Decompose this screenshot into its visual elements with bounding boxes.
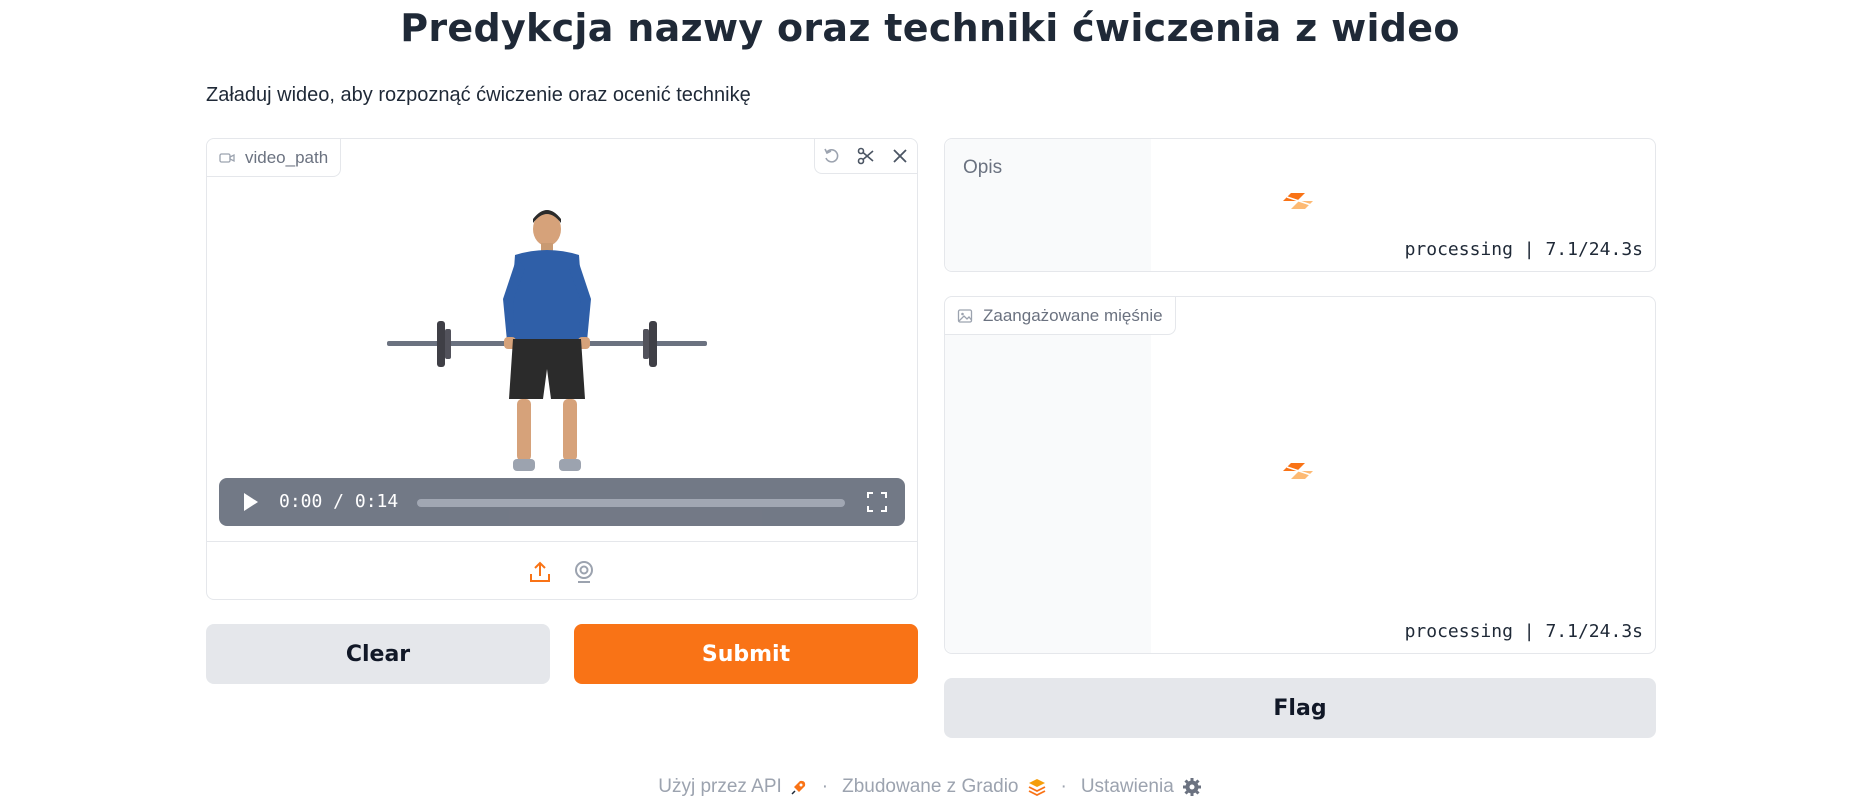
page-description: Załaduj wideo, aby rozpoznąć ćwiczenie o… xyxy=(206,84,751,106)
rocket-icon xyxy=(791,780,805,795)
webcam-icon[interactable] xyxy=(572,560,596,584)
undo-button[interactable] xyxy=(815,139,849,173)
trim-button[interactable] xyxy=(849,139,883,173)
footer-gradio-text: Zbudowane z Gradio xyxy=(842,776,1019,797)
video-input-label-text: video_path xyxy=(245,147,329,167)
submit-button[interactable]: Submit xyxy=(574,624,918,684)
person-shorts xyxy=(509,339,585,399)
loading-spinner-icon xyxy=(1283,463,1313,479)
page-title: Predykcja nazwy oraz techniki ćwiczenia … xyxy=(400,6,1460,50)
gradio-logo-icon xyxy=(1028,779,1045,796)
video-time: 0:00 / 0:14 xyxy=(279,491,399,512)
video-camera-icon xyxy=(219,152,235,163)
footer-gradio-link[interactable]: Zbudowane z Gradio xyxy=(842,776,1046,798)
scissors-icon xyxy=(857,147,874,165)
upload-icon[interactable] xyxy=(528,560,552,584)
description-label: Opis xyxy=(963,157,1003,178)
video-toolbar xyxy=(814,139,917,174)
muscles-progress: processing | 7.1/24.3s xyxy=(1404,621,1643,642)
loading-spinner-icon xyxy=(1283,193,1313,209)
footer-separator: · xyxy=(1060,776,1067,797)
muscles-label: Zaangażowane mięśnie xyxy=(945,297,1176,335)
footer: Użyj przez API · Zbudowane z Gradio · Us… xyxy=(0,776,1860,798)
video-seek-bar[interactable] xyxy=(417,499,845,507)
play-icon[interactable] xyxy=(239,491,261,513)
footer-separator: · xyxy=(821,776,829,797)
image-icon xyxy=(957,308,973,323)
description-progress: processing | 7.1/24.3s xyxy=(1404,239,1643,260)
close-icon xyxy=(893,149,907,163)
footer-api-link[interactable]: Użyj przez API xyxy=(658,776,808,798)
fullscreen-icon[interactable] xyxy=(866,491,888,513)
video-frame[interactable] xyxy=(367,199,727,489)
muscles-output-background xyxy=(945,297,1151,653)
muscles-label-text: Zaangażowane mięśnie xyxy=(983,305,1163,325)
undo-icon xyxy=(824,148,839,163)
clear-video-button[interactable] xyxy=(883,139,917,173)
video-controls: 0:00 / 0:14 xyxy=(219,478,905,526)
muscles-output: Zaangażowane mięśnie processing | 7.1/24… xyxy=(944,296,1656,654)
video-source-bar xyxy=(207,541,917,602)
clear-button[interactable]: Clear xyxy=(206,624,550,684)
gear-icon xyxy=(1182,778,1201,796)
video-input-label: video_path xyxy=(207,139,342,177)
footer-api-text: Użyj przez API xyxy=(658,776,782,797)
description-output: Opis processing | 7.1/24.3s xyxy=(944,138,1656,272)
video-input-panel: video_path 0:00 / 0:14 xyxy=(206,138,918,600)
footer-settings-text: Ustawienia xyxy=(1080,776,1174,797)
flag-button[interactable]: Flag xyxy=(944,678,1656,738)
footer-settings-link[interactable]: Ustawienia xyxy=(1081,776,1202,798)
